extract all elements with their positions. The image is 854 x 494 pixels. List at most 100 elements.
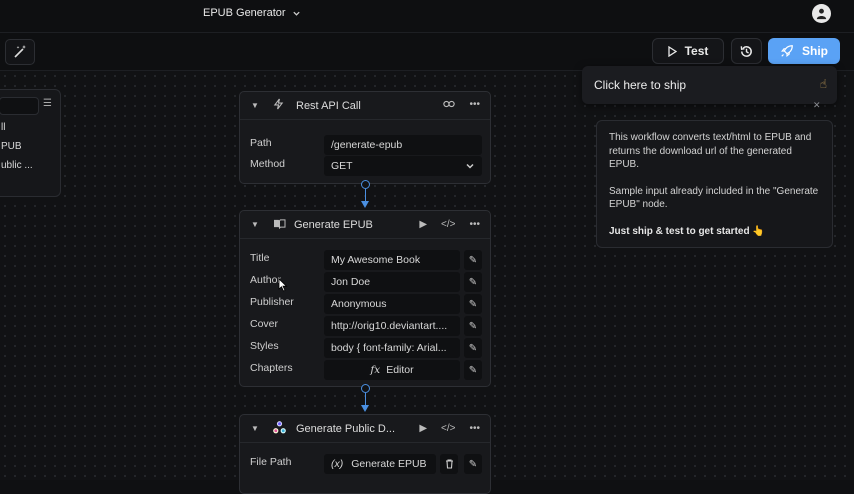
delete-icon[interactable]	[440, 454, 458, 474]
link-icon[interactable]	[443, 99, 456, 112]
field-label: Cover	[250, 318, 279, 330]
node-title: Rest API Call	[296, 99, 361, 112]
more-options-icon[interactable]: •••	[469, 99, 480, 112]
field-label: File Path	[250, 456, 292, 468]
chapters-editor-button[interactable]: fx Editor	[324, 360, 460, 380]
connector-line	[365, 393, 366, 405]
ship-button[interactable]: Ship	[768, 38, 840, 64]
left-panel-item[interactable]: PUB	[1, 141, 22, 152]
method-select[interactable]: GET	[324, 156, 482, 176]
app-title-dropdown[interactable]: EPUB Generator	[203, 7, 301, 19]
close-icon[interactable]: ✕	[813, 100, 821, 111]
chapters-editor-label: Editor	[386, 364, 414, 376]
path-input[interactable]: /generate-epub	[324, 135, 482, 155]
collapse-chevron-icon[interactable]: ▼	[251, 220, 259, 229]
left-panel: ☰ ll PUB ublic ...	[0, 89, 61, 197]
edit-pencil-icon[interactable]: ✎	[464, 250, 482, 270]
user-icon	[816, 8, 827, 20]
ship-tooltip: Click here to ship ☝	[582, 66, 837, 104]
edit-pencil-icon[interactable]: ✎	[464, 338, 482, 358]
edit-pencil-icon[interactable]: ✎	[464, 360, 482, 380]
field-row-publisher: Publisher Anonymous ✎	[240, 294, 490, 314]
node-generate-epub[interactable]: ▼ Generate EPUB ▶ </> ••• Title My Aweso…	[239, 210, 491, 387]
field-label: Title	[250, 252, 270, 264]
workflow-info-panel: This workflow converts text/html to EPUB…	[596, 120, 833, 248]
styles-input[interactable]: body { font-family: Arial...	[324, 338, 460, 358]
author-input[interactable]: Jon Doe	[324, 272, 460, 292]
edit-pencil-icon[interactable]: ✎	[464, 272, 482, 292]
title-input[interactable]: My Awesome Book	[324, 250, 460, 270]
method-value: GET	[331, 160, 353, 172]
rocket-icon	[781, 45, 793, 57]
field-row-path: Path /generate-epub	[240, 135, 490, 155]
function-icon: fx	[370, 364, 381, 376]
field-label: Styles	[250, 340, 279, 352]
tooltip-text: Click here to ship	[594, 78, 687, 92]
avatar[interactable]	[812, 4, 831, 23]
play-icon[interactable]: ▶	[419, 219, 427, 230]
field-label: Author	[250, 274, 281, 286]
edit-pencil-icon[interactable]: ✎	[464, 294, 482, 314]
connector-line	[365, 189, 366, 201]
more-options-icon[interactable]: •••	[469, 219, 480, 230]
play-icon[interactable]: ▶	[419, 423, 427, 434]
connector-arrow	[361, 405, 369, 412]
history-button[interactable]	[731, 38, 762, 64]
field-row-styles: Styles body { font-family: Arial... ✎	[240, 338, 490, 358]
test-button[interactable]: Test	[652, 38, 724, 64]
test-label: Test	[684, 44, 709, 58]
cover-input[interactable]: http://orig10.deviantart....	[324, 316, 460, 336]
node-title: Generate EPUB	[294, 218, 373, 231]
field-row-method: Method GET	[240, 156, 490, 176]
file-path-variable[interactable]: (x) Generate EPUB	[324, 454, 436, 474]
top-bar: EPUB Generator	[0, 0, 854, 33]
node-header: ▼ Rest API Call •••	[240, 92, 490, 120]
bolt-icon	[273, 98, 284, 113]
connector-handle[interactable]	[360, 384, 370, 393]
book-icon	[273, 218, 286, 232]
magic-wand-button[interactable]	[5, 39, 35, 65]
ship-label: Ship	[802, 44, 828, 58]
history-icon	[740, 45, 752, 57]
connector-arrow	[361, 201, 369, 208]
collapse-menu-icon[interactable]: ☰	[43, 98, 52, 109]
field-row-file-path: File Path (x) Generate EPUB ✎	[240, 454, 490, 474]
magic-wand-icon	[14, 45, 26, 58]
info-paragraph-2: Sample input already included in the "Ge…	[609, 185, 819, 211]
chevron-down-icon	[292, 11, 300, 16]
field-label: Chapters	[250, 362, 293, 374]
variable-icon: (x)	[331, 458, 344, 470]
node-generate-public-download[interactable]: ▼ Generate Public D... ▶ </> ••• File Pa…	[239, 414, 491, 494]
node-title: Generate Public D...	[296, 422, 396, 435]
field-label: Method	[250, 158, 286, 170]
collapse-chevron-icon[interactable]: ▼	[251, 424, 259, 433]
share-nodes-icon	[273, 420, 286, 437]
field-row-chapters: Chapters fx Editor ✎	[240, 360, 490, 380]
node-rest-api-call[interactable]: ▼ Rest API Call ••• Path /generate-epub …	[239, 91, 491, 184]
info-paragraph-1: This workflow converts text/html to EPUB…	[609, 132, 812, 170]
info-paragraph-3: Just ship & test to get started 👆	[609, 225, 765, 237]
edit-pencil-icon[interactable]: ✎	[464, 316, 482, 336]
field-row-cover: Cover http://orig10.deviantart.... ✎	[240, 316, 490, 336]
node-header: ▼ Generate Public D... ▶ </> •••	[240, 415, 490, 443]
left-panel-search-input[interactable]	[0, 97, 39, 115]
more-options-icon[interactable]: •••	[469, 423, 480, 434]
field-label: Path	[250, 137, 272, 149]
edit-pencil-icon[interactable]: ✎	[464, 454, 482, 474]
left-panel-item[interactable]: ublic ...	[1, 160, 33, 171]
file-path-value: Generate EPUB	[351, 458, 427, 470]
pointing-hand-icon: ☝	[819, 77, 827, 91]
publisher-input[interactable]: Anonymous	[324, 294, 460, 314]
app-title: EPUB Generator	[203, 7, 286, 19]
node-header: ▼ Generate EPUB ▶ </> •••	[240, 211, 490, 239]
code-icon[interactable]: </>	[441, 219, 455, 230]
chevron-down-icon	[466, 163, 474, 169]
mouse-cursor-icon	[278, 278, 288, 297]
field-label: Publisher	[250, 296, 294, 308]
left-panel-item[interactable]: ll	[1, 122, 5, 133]
field-row-title: Title My Awesome Book ✎	[240, 250, 490, 270]
play-icon	[667, 45, 677, 57]
collapse-chevron-icon[interactable]: ▼	[251, 101, 259, 110]
connector-handle[interactable]	[360, 180, 370, 189]
code-icon[interactable]: </>	[441, 423, 455, 434]
